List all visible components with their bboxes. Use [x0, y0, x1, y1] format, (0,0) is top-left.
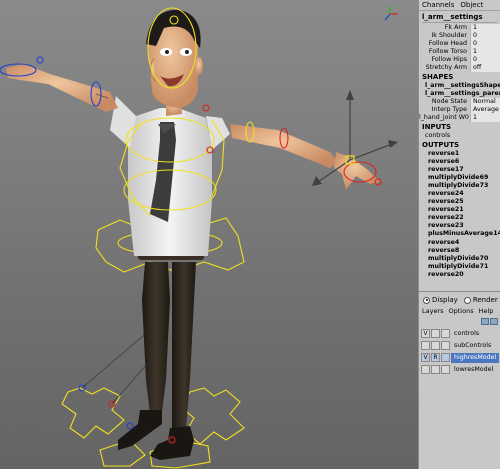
attribute-row[interactable]: Fk Arm 1	[419, 24, 500, 32]
inputs-header: INPUTS	[422, 123, 452, 131]
outputs-header: OUTPUTS	[422, 141, 460, 149]
help-menu[interactable]: Help	[479, 307, 494, 315]
attribute-list: Fk Arm 1 Ik Shoulder 0 Follow Head 0 Fol…	[419, 24, 500, 72]
layer-name[interactable]: lowresModel	[451, 365, 499, 375]
selected-object-name[interactable]: l_arm__settings	[422, 13, 497, 23]
attribute-row[interactable]: Follow Hips 0	[419, 56, 500, 64]
output-node[interactable]: reverse8	[419, 247, 500, 255]
attribute-name: Follow Head	[428, 40, 467, 47]
attribute-row[interactable]: Stretchy Arm off	[419, 64, 500, 72]
layer-row-controls[interactable]: V controls	[421, 328, 499, 339]
output-node[interactable]: reverse24	[419, 190, 500, 198]
layer-color-swatch[interactable]	[441, 365, 450, 374]
attribute-row[interactable]: Interp Type Average	[419, 106, 500, 114]
output-node[interactable]: plusMinusAverage14	[419, 230, 500, 238]
attribute-value[interactable]: 0	[470, 56, 500, 64]
output-node[interactable]: multiplyDivide69	[419, 174, 500, 182]
channel-box-menubar: Channels Object	[419, 0, 500, 11]
object-menu[interactable]: Object	[460, 1, 483, 9]
attribute-value[interactable]: off	[470, 64, 500, 72]
layer-row-highresmodel[interactable]: V R highresModel	[421, 352, 499, 363]
output-node[interactable]: reverse1	[419, 150, 500, 158]
attribute-row[interactable]: Follow Head 0	[419, 40, 500, 48]
attribute-row[interactable]: Follow Torso 1	[419, 48, 500, 56]
options-menu[interactable]: Options	[449, 307, 474, 315]
shape-node[interactable]: l_arm__settingsShape	[419, 82, 500, 90]
attribute-row[interactable]: Ik Shoulder 0	[419, 32, 500, 40]
attribute-row[interactable]: l_hand_joint W0 1	[419, 114, 500, 122]
perspective-viewport[interactable]	[0, 0, 418, 469]
output-node[interactable]: reverse4	[419, 239, 500, 247]
output-node[interactable]: reverse25	[419, 198, 500, 206]
attribute-name: Node State	[431, 98, 467, 105]
visibility-toggle[interactable]	[421, 341, 430, 350]
layer-toolbar	[419, 317, 500, 328]
playback-toggle[interactable]	[431, 365, 440, 374]
attribute-value[interactable]: 0	[470, 32, 500, 40]
attribute-value[interactable]: Average	[470, 106, 500, 114]
attribute-value[interactable]: 1	[470, 24, 500, 32]
right-side-panel: Channels Object l_arm__settings Fk Arm 1…	[418, 0, 500, 469]
attribute-name: Interp Type	[431, 106, 467, 113]
shapes-header: SHAPES	[422, 73, 454, 81]
new-layer-from-selection-icon[interactable]	[490, 318, 498, 325]
output-node[interactable]: reverse20	[419, 271, 500, 279]
attribute-name: Stretchy Arm	[425, 64, 467, 71]
layer-row-subcontrols[interactable]: subControls	[421, 340, 499, 351]
channels-menu[interactable]: Channels	[422, 1, 454, 9]
attribute-value[interactable]: 1	[470, 114, 500, 122]
layer-name[interactable]: controls	[451, 329, 499, 339]
attribute-value[interactable]: 0	[470, 40, 500, 48]
layer-mode-radios: Display Render	[419, 292, 500, 307]
output-node[interactable]: reverse17	[419, 166, 500, 174]
layer-color-swatch[interactable]	[441, 341, 450, 350]
layer-name[interactable]: subControls	[451, 341, 499, 351]
attribute-name: Fk Arm	[444, 24, 467, 31]
output-node[interactable]: multiplyDivide71	[419, 263, 500, 271]
render-label: Render	[472, 296, 498, 304]
radio-selected-icon	[423, 296, 430, 304]
layer-name[interactable]: highresModel	[451, 352, 499, 363]
layer-row-lowresmodel[interactable]: lowresModel	[421, 364, 499, 375]
output-node[interactable]: multiplyDivide73	[419, 182, 500, 190]
character-legs	[118, 262, 196, 460]
display-label: Display	[432, 296, 458, 304]
layers-menu[interactable]: Layers	[422, 307, 444, 315]
layer-editor: Display Render Layers Options Help V con…	[419, 291, 500, 469]
outputs-list: reverse1 reverse6 reverse17 multiplyDivi…	[419, 150, 500, 279]
attribute-name: Follow Hips	[431, 56, 467, 63]
view-axis-gizmo-icon	[384, 6, 398, 21]
visibility-toggle[interactable]: V	[421, 329, 430, 338]
layer-color-swatch[interactable]	[441, 329, 450, 338]
output-node[interactable]: reverse6	[419, 158, 500, 166]
layer-menubar: Layers Options Help	[419, 307, 500, 317]
playback-toggle[interactable]	[431, 329, 440, 338]
new-layer-icon[interactable]	[481, 318, 489, 325]
render-radio[interactable]: Render	[463, 296, 498, 305]
radio-empty-icon	[463, 296, 471, 304]
output-node[interactable]: reverse21	[419, 206, 500, 214]
attribute-value[interactable]: 1	[470, 48, 500, 56]
attribute-name: Ik Shoulder	[431, 32, 467, 39]
output-node[interactable]: reverse22	[419, 214, 500, 222]
attribute-name: Follow Torso	[428, 48, 467, 55]
attribute-name: l_hand_joint W0	[419, 114, 469, 121]
playback-toggle[interactable]: R	[431, 353, 440, 362]
visibility-toggle[interactable]	[421, 365, 430, 374]
layer-color-swatch[interactable]	[441, 353, 450, 362]
attribute-value[interactable]: Normal	[470, 98, 500, 106]
shape-node[interactable]: l_arm__settings_parentC	[419, 90, 500, 98]
display-radio[interactable]: Display	[423, 296, 458, 305]
character-rig-scene[interactable]	[0, 0, 418, 469]
attribute-row[interactable]: Node State Normal	[419, 98, 500, 106]
visibility-toggle[interactable]: V	[421, 353, 430, 362]
output-node[interactable]: multiplyDivide70	[419, 255, 500, 263]
playback-toggle[interactable]	[431, 341, 440, 350]
input-node[interactable]: controls	[419, 132, 500, 140]
output-node[interactable]: reverse23	[419, 222, 500, 230]
